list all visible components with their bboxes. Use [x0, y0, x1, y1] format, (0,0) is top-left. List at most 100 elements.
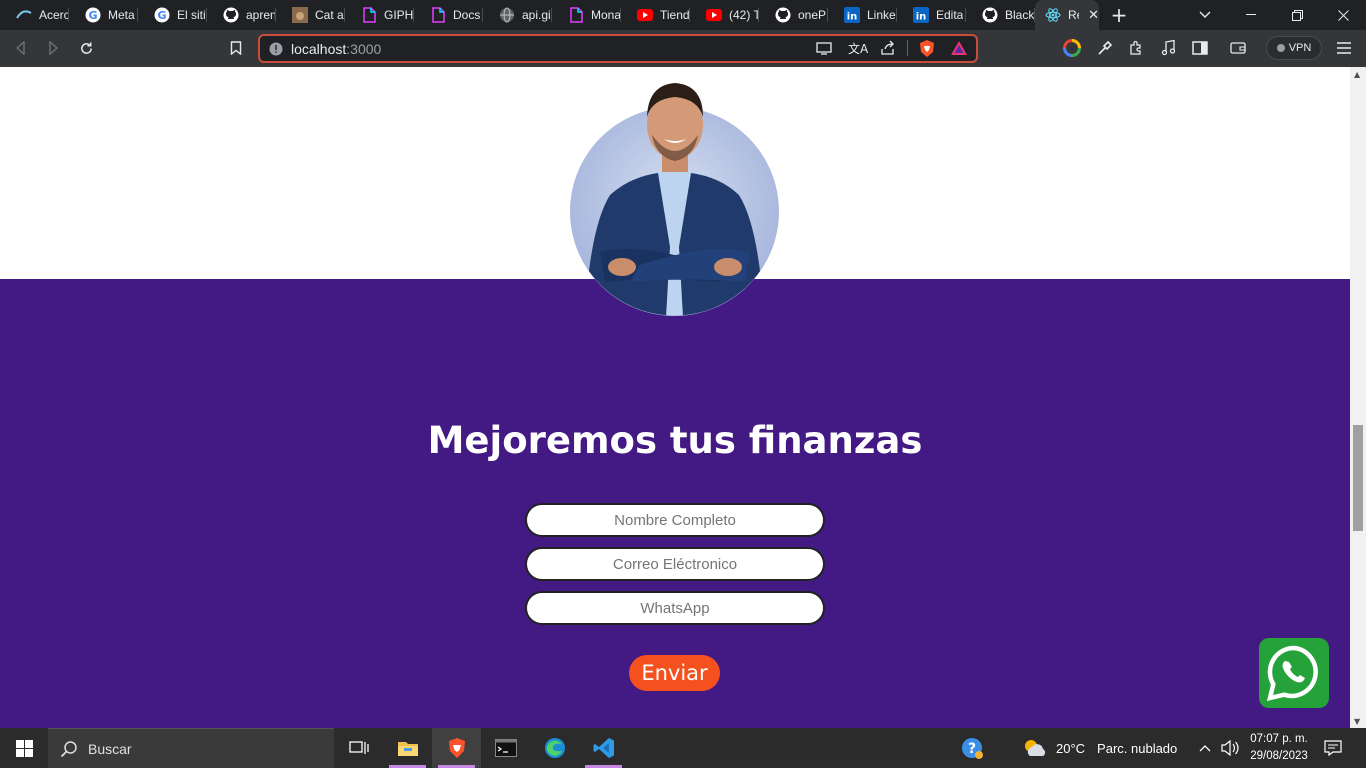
wallet-icon[interactable]	[1222, 32, 1254, 64]
task-view-icon[interactable]	[334, 728, 383, 768]
tab-title: api.gi	[522, 8, 551, 22]
page-title: Mejoremos tus finanzas	[427, 419, 923, 462]
notifications-icon[interactable]	[1324, 728, 1342, 768]
tab-title: Docs	[453, 8, 481, 22]
browser-tab[interactable]: apren	[207, 0, 276, 30]
browser-tab[interactable]: in Edita	[897, 0, 966, 30]
vpn-button[interactable]: VPN	[1266, 36, 1322, 60]
browser-tab[interactable]: Acerc	[0, 0, 69, 30]
submit-button[interactable]: Enviar	[629, 655, 720, 691]
tab-title: apren	[246, 8, 276, 22]
svg-text:in: in	[916, 12, 927, 23]
browser-tab[interactable]: Docs	[414, 0, 483, 30]
whatsapp-input[interactable]	[525, 591, 825, 625]
clock-date: 29/08/2023	[1250, 750, 1308, 762]
email-input[interactable]	[525, 547, 825, 581]
tab-title: Cat a	[315, 8, 344, 22]
forward-icon[interactable]	[37, 32, 69, 64]
share-icon[interactable]	[880, 40, 896, 56]
youtube-icon	[637, 7, 653, 23]
github-icon	[982, 7, 998, 23]
advisor-portrait	[585, 83, 764, 316]
tab-title: Re	[1068, 8, 1079, 22]
minimize-icon[interactable]	[1228, 0, 1274, 30]
tab-title: Linke	[867, 8, 896, 22]
doc-icon	[361, 7, 377, 23]
vpn-label: VPN	[1288, 42, 1312, 54]
translate-icon[interactable]: 文A	[848, 40, 868, 57]
doc-icon	[430, 7, 446, 23]
partly-cloudy-icon	[1025, 740, 1046, 756]
react-icon	[1045, 7, 1061, 23]
tab-title: (42) T	[729, 8, 759, 22]
browser-tab[interactable]: Black	[966, 0, 1035, 30]
new-tab-button[interactable]: +	[1099, 3, 1139, 27]
volume-icon[interactable]	[1221, 728, 1239, 768]
browser-tab[interactable]: api.gi	[483, 0, 552, 30]
browser-tab[interactable]: GIPH	[345, 0, 414, 30]
terminal-icon[interactable]	[481, 728, 530, 768]
restore-icon[interactable]	[1274, 0, 1320, 30]
extension-color-icon[interactable]	[1056, 32, 1088, 64]
brave-browser-icon[interactable]	[432, 728, 481, 768]
browser-tab[interactable]: Tiend	[621, 0, 690, 30]
tab-search-icon[interactable]	[1182, 0, 1228, 30]
show-hidden-icons-icon[interactable]	[1199, 728, 1211, 768]
svg-text:?: ?	[968, 741, 976, 757]
tab-title: Mona	[591, 8, 621, 22]
page-scrollbar[interactable]: ▲ ▼	[1350, 67, 1366, 728]
help-icon[interactable]: ?	[960, 728, 984, 768]
menu-icon[interactable]	[1328, 32, 1360, 64]
site-info-icon[interactable]	[269, 42, 283, 56]
close-window-icon[interactable]	[1320, 0, 1366, 30]
browser-tab[interactable]: (42) T	[690, 0, 759, 30]
weather-widget[interactable]: 20°C Parc. nublado	[1022, 728, 1177, 768]
windows-start-icon[interactable]	[0, 728, 48, 768]
brave-rewards-icon[interactable]	[950, 40, 968, 56]
brave-shields-icon[interactable]	[918, 39, 936, 58]
clock-time: 07:07 p. m.	[1250, 733, 1308, 745]
tab-title: Black	[1005, 8, 1035, 22]
scroll-up-icon[interactable]: ▲	[1354, 70, 1362, 79]
vscode-icon[interactable]	[579, 728, 628, 768]
edge-browser-icon[interactable]	[530, 728, 579, 768]
scroll-down-icon[interactable]: ▼	[1354, 717, 1362, 726]
reload-icon[interactable]	[70, 32, 102, 64]
address-bar[interactable]: localhost:3000 文A	[258, 34, 978, 63]
system-clock[interactable]: 07:07 p. m. 29/08/2023	[1244, 731, 1314, 765]
browser-tab[interactable]: in Linke	[828, 0, 897, 30]
tab-strip: Acerc G Meta G El siti apren Cat a GIPH Docs api.…	[0, 0, 1366, 30]
browser-tab[interactable]: Mona	[552, 0, 621, 30]
svg-text:G: G	[157, 9, 166, 22]
taskbar-search[interactable]: Buscar	[48, 728, 334, 768]
acer-icon	[16, 7, 32, 23]
media-music-icon[interactable]	[1152, 32, 1184, 64]
back-icon[interactable]	[5, 32, 37, 64]
scrollbar-thumb[interactable]	[1353, 425, 1363, 531]
tab-title: oneP	[798, 8, 827, 22]
tab-active[interactable]: Re ✕	[1035, 0, 1099, 30]
browser-tab[interactable]: oneP	[759, 0, 828, 30]
whatsapp-float-button[interactable]	[1259, 638, 1329, 708]
page-viewport: Mejoremos tus finanzas Enviar	[0, 67, 1350, 728]
svg-text:G: G	[88, 9, 97, 22]
browser-tab[interactable]: Cat a	[276, 0, 345, 30]
windows-taskbar: Buscar ? 20°C Parc. nublado 07:07 p. m. …	[0, 728, 1366, 768]
bookmark-icon[interactable]	[220, 32, 252, 64]
vpn-status-icon	[1276, 44, 1285, 52]
sidebar-icon[interactable]	[1184, 32, 1216, 64]
search-icon	[60, 740, 77, 757]
weather-desc: Parc. nublado	[1097, 740, 1178, 756]
browser-tab[interactable]: G Meta	[69, 0, 138, 30]
full-name-input[interactable]	[525, 503, 825, 537]
tab-title: Tiend	[660, 8, 690, 22]
url-text: localhost:3000	[291, 40, 382, 57]
linkedin-icon: in	[913, 7, 929, 23]
cast-icon[interactable]	[816, 41, 832, 55]
extensions-puzzle-icon[interactable]	[1120, 32, 1152, 64]
close-tab-icon[interactable]: ✕	[1088, 8, 1099, 23]
browser-tab[interactable]: G El siti	[138, 0, 207, 30]
divider	[907, 40, 908, 56]
file-explorer-icon[interactable]	[383, 728, 432, 768]
eyedropper-icon[interactable]	[1089, 32, 1121, 64]
